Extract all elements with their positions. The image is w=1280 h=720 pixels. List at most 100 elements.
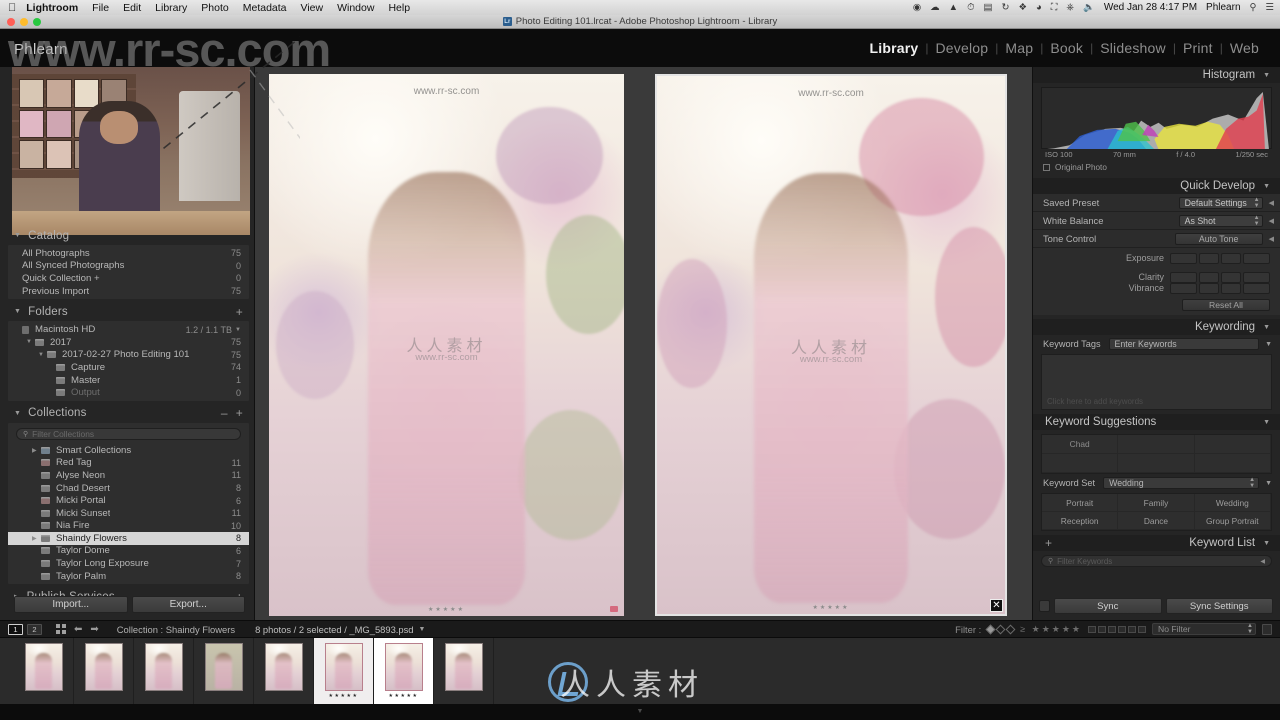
star-filter-group[interactable]: ≥ ★★★★★ bbox=[1020, 624, 1082, 635]
close-window-button[interactable] bbox=[7, 18, 15, 26]
collections-search-input[interactable]: ⚲ Filter Collections bbox=[16, 427, 241, 440]
menu-photo[interactable]: Photo bbox=[201, 2, 228, 14]
collection-item-taylor-dome[interactable]: Taylor Dome 6 bbox=[8, 545, 249, 558]
histogram-section-header[interactable]: Histogram ▼ bbox=[1033, 67, 1280, 83]
keyword-list-section-header[interactable]: + Keyword List ▼ bbox=[1033, 535, 1280, 551]
menu-view[interactable]: View bbox=[301, 2, 324, 14]
menu-library[interactable]: Library bbox=[155, 2, 187, 14]
menu-help[interactable]: Help bbox=[388, 2, 410, 14]
flag-rejected-icon[interactable] bbox=[1005, 624, 1016, 634]
chevron-down-icon[interactable]: ▼ bbox=[1265, 480, 1272, 487]
quick-develop-section-header[interactable]: Quick Develop ▼ bbox=[1033, 178, 1280, 194]
warning-icon[interactable]: ▲ bbox=[949, 2, 958, 13]
photo-rating-stars[interactable]: ★★★★★ bbox=[813, 604, 850, 611]
dropbox-icon[interactable]: ◉ bbox=[913, 2, 921, 13]
keyword-set-dropdown[interactable]: Wedding ▲ ▼ bbox=[1103, 477, 1260, 489]
keyword-set-portrait[interactable]: Portrait bbox=[1042, 494, 1119, 512]
module-develop[interactable]: Develop bbox=[928, 40, 995, 56]
maximize-window-button[interactable] bbox=[33, 18, 41, 26]
clarity-decrease[interactable] bbox=[1199, 271, 1219, 283]
chevron-left-icon[interactable]: ◀ bbox=[1269, 199, 1274, 207]
menu-metadata[interactable]: Metadata bbox=[243, 2, 287, 14]
collection-item-chad-desert[interactable]: Chad Desert 8 bbox=[8, 482, 249, 495]
cloud-icon[interactable]: ☁ bbox=[930, 2, 940, 13]
keyword-set-wedding[interactable]: Wedding bbox=[1194, 494, 1271, 512]
white-balance-dropdown[interactable]: As Shot ▲ ▼ bbox=[1178, 214, 1263, 227]
clarity-increase-large[interactable] bbox=[1243, 271, 1270, 283]
collection-item-micki-portal[interactable]: Micki Portal 6 bbox=[8, 494, 249, 507]
collections-section-header[interactable]: ▼ Collections – + bbox=[0, 405, 255, 422]
chevron-down-icon[interactable]: ▼ bbox=[1265, 341, 1272, 348]
module-slideshow[interactable]: Slideshow bbox=[1093, 40, 1173, 56]
catalog-item-previous-import[interactable]: Previous Import 75 bbox=[8, 285, 249, 298]
exposure-decrease-large[interactable] bbox=[1170, 252, 1197, 264]
collection-item-red-tag[interactable]: Red Tag 11 bbox=[8, 457, 249, 470]
exposure-decrease[interactable] bbox=[1199, 252, 1219, 264]
lock-icon[interactable] bbox=[1262, 623, 1272, 635]
folder-item-master[interactable]: Master 1 bbox=[8, 374, 249, 387]
collection-item-nia-fire[interactable]: Nia Fire 10 bbox=[8, 520, 249, 533]
chevron-left-icon[interactable]: ◀ bbox=[1269, 235, 1274, 243]
filmstrip-thumb-4[interactable] bbox=[194, 638, 254, 704]
filmstrip-thumb-5[interactable] bbox=[254, 638, 314, 704]
clock-icon[interactable]: ⏱ bbox=[967, 2, 974, 13]
plus-icon[interactable]: + bbox=[236, 406, 243, 420]
keyword-suggestion-5[interactable] bbox=[1118, 454, 1195, 473]
folders-section-header[interactable]: ▼ Folders + bbox=[0, 303, 255, 320]
minimize-window-button[interactable] bbox=[20, 18, 28, 26]
sync-button[interactable]: Sync bbox=[1054, 598, 1162, 614]
photo-rating-stars[interactable]: ★★★★★ bbox=[428, 606, 465, 613]
photo-info-label[interactable]: 8 photos / 2 selected / _MG_5893.psd bbox=[255, 624, 413, 635]
saved-preset-dropdown[interactable]: Default Settings ▲ ▼ bbox=[1178, 196, 1263, 209]
keyword-suggestion-6[interactable] bbox=[1194, 454, 1271, 473]
filmstrip-thumb-3[interactable] bbox=[134, 638, 194, 704]
menu-lightroom[interactable]: Lightroom bbox=[26, 2, 78, 14]
eject-icon[interactable]: ⎈ bbox=[1066, 2, 1074, 13]
timemachine-icon[interactable]: ↻ bbox=[1001, 2, 1009, 13]
vibrance-increase-large[interactable] bbox=[1243, 282, 1270, 294]
folder-volume-macintosh-hd[interactable]: Macintosh HD 1.2 / 1.1 TB ▼ bbox=[8, 323, 249, 336]
chevron-right-icon[interactable]: ▶ bbox=[32, 447, 41, 454]
color-label-blue-icon[interactable] bbox=[1118, 625, 1126, 633]
keyword-suggestion-2[interactable] bbox=[1118, 435, 1195, 454]
flag-filter-group[interactable] bbox=[985, 624, 1016, 634]
catalog-item-all-synced[interactable]: All Synced Photographs 0 bbox=[8, 260, 249, 273]
catalog-item-quick-collection[interactable]: Quick Collection + 0 bbox=[8, 272, 249, 285]
color-label-purple-icon[interactable] bbox=[1128, 625, 1136, 633]
clarity-stepper[interactable] bbox=[1170, 271, 1270, 283]
color-label-red-icon[interactable] bbox=[1088, 625, 1096, 633]
reset-all-button[interactable]: Reset All bbox=[1182, 299, 1270, 311]
export-button[interactable]: Export... bbox=[131, 595, 245, 613]
bluetooth-icon[interactable]: ❖ bbox=[1018, 2, 1027, 13]
keyword-suggestions-section-header[interactable]: Keyword Suggestions ▼ bbox=[1033, 414, 1280, 430]
module-print[interactable]: Print bbox=[1176, 40, 1220, 56]
sync-mode-icon[interactable] bbox=[1039, 600, 1050, 612]
airplay-icon[interactable]: ⛶ bbox=[1051, 2, 1058, 13]
filmstrip-thumb-8[interactable] bbox=[434, 638, 494, 704]
keyword-tags-dropdown[interactable]: Enter Keywords bbox=[1108, 338, 1260, 350]
color-label-yellow-icon[interactable] bbox=[1098, 625, 1106, 633]
module-web[interactable]: Web bbox=[1223, 40, 1266, 56]
stepper-icon[interactable]: ▲ ▼ bbox=[1247, 623, 1253, 635]
compare-view-2-button[interactable]: 2 bbox=[27, 623, 42, 635]
chevron-down-icon[interactable]: ▼ bbox=[232, 327, 241, 333]
color-label-filter-group[interactable] bbox=[1088, 625, 1146, 633]
chevron-left-icon[interactable]: ◀ bbox=[1260, 558, 1265, 565]
filmstrip-resize-handle[interactable]: ▼ bbox=[637, 708, 644, 715]
collection-item-taylor-long-exposure[interactable]: Taylor Long Exposure 7 bbox=[8, 557, 249, 570]
stepper-icon[interactable]: ▲ ▼ bbox=[1249, 477, 1255, 489]
chevron-down-icon[interactable]: ▼ bbox=[26, 339, 35, 345]
chevron-right-icon[interactable]: ▶ bbox=[32, 535, 41, 542]
chevron-down-icon[interactable]: ▼ bbox=[38, 352, 47, 358]
keyword-suggestion-3[interactable] bbox=[1194, 435, 1271, 454]
clarity-increase[interactable] bbox=[1221, 271, 1241, 283]
keyword-set-reception[interactable]: Reception bbox=[1042, 512, 1119, 530]
vibrance-increase[interactable] bbox=[1221, 282, 1241, 294]
auto-tone-button[interactable]: Auto Tone bbox=[1174, 232, 1263, 245]
plus-icon[interactable]: + bbox=[1041, 536, 1052, 550]
catalog-section-header[interactable]: ▼ Catalog bbox=[0, 227, 255, 244]
keyword-set-family[interactable]: Family bbox=[1118, 494, 1195, 512]
collection-item-taylor-palm[interactable]: Taylor Palm 8 bbox=[8, 570, 249, 583]
color-label-green-icon[interactable] bbox=[1108, 625, 1116, 633]
stepper-icon[interactable]: ▲ ▼ bbox=[1254, 215, 1260, 227]
